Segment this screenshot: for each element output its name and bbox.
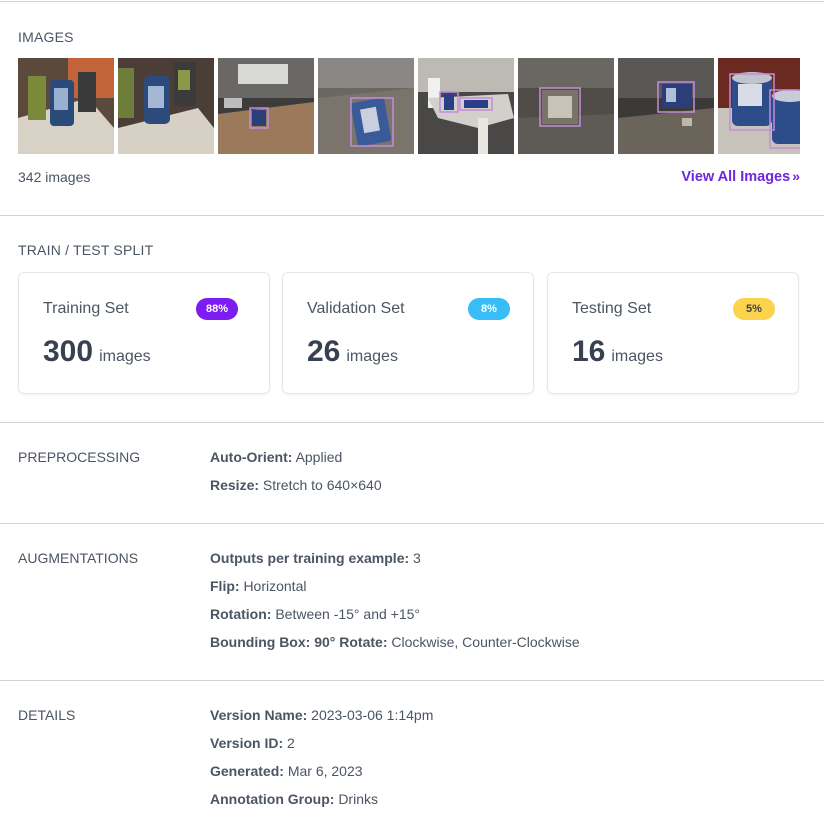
- image-thumbnail[interactable]: [418, 58, 514, 154]
- row-key: Annotation Group:: [210, 791, 335, 807]
- card-count-value: 300: [43, 335, 94, 368]
- details-section-title: DETAILS: [18, 707, 76, 723]
- card-count-unit: images: [346, 348, 398, 365]
- row-value: Drinks: [338, 791, 378, 807]
- detail-row: Generated: Mar 6, 2023: [210, 761, 433, 789]
- detail-row: Version ID: 2: [210, 733, 433, 761]
- percent-badge: 8%: [468, 298, 510, 320]
- augmentation-row: Bounding Box: 90° Rotate: Clockwise, Cou…: [210, 632, 580, 660]
- card-label: Training Set: [43, 300, 129, 317]
- card-label: Validation Set: [307, 300, 405, 317]
- double-chevron-right-icon: »: [792, 168, 800, 184]
- augmentation-row: Flip: Horizontal: [210, 576, 580, 604]
- divider-images: [0, 215, 824, 216]
- row-key: Auto-Orient:: [210, 449, 293, 465]
- top-divider: [0, 1, 824, 2]
- card-count: 16 images: [572, 335, 663, 369]
- validation-set-card: Validation Set 8% 26 images: [282, 272, 534, 394]
- preprocessing-list: Auto-Orient: Applied Resize: Stretch to …: [210, 447, 382, 503]
- card-label: Testing Set: [572, 300, 652, 317]
- card-count-value: 26: [307, 335, 341, 368]
- row-key: Generated:: [210, 763, 284, 779]
- card-count-unit: images: [611, 348, 663, 365]
- row-value: 2023-03-06 1:14pm: [311, 707, 434, 723]
- training-set-card: Training Set 88% 300 images: [18, 272, 270, 394]
- view-all-images-label: View All Images: [681, 169, 791, 185]
- image-count: 342 images: [18, 169, 91, 185]
- row-value: Stretch to 640×640: [262, 477, 382, 493]
- testing-set-card: Testing Set 5% 16 images: [547, 272, 799, 394]
- view-all-images-link[interactable]: View All Images»: [681, 168, 800, 185]
- row-value: Mar 6, 2023: [287, 763, 363, 779]
- detail-row: Annotation Group: Drinks: [210, 789, 433, 817]
- row-value: Applied: [295, 449, 343, 465]
- percent-badge: 5%: [733, 298, 775, 320]
- row-key: Version ID:: [210, 735, 284, 751]
- image-thumbnail-strip: [18, 58, 800, 154]
- row-key: Resize:: [210, 477, 260, 493]
- augmentations-list: Outputs per training example: 3 Flip: Ho…: [210, 548, 580, 660]
- split-section-title: TRAIN / TEST SPLIT: [18, 242, 154, 258]
- image-thumbnail[interactable]: [118, 58, 214, 154]
- card-count-value: 16: [572, 335, 606, 368]
- card-count: 26 images: [307, 335, 398, 369]
- percent-badge: 88%: [196, 298, 238, 320]
- detail-row: Version Name: 2023-03-06 1:14pm: [210, 705, 433, 733]
- row-value: Clockwise, Counter-Clockwise: [391, 634, 580, 650]
- row-key: Version Name:: [210, 707, 308, 723]
- row-value: Horizontal: [243, 578, 307, 594]
- card-count: 300 images: [43, 335, 151, 369]
- image-thumbnail[interactable]: [718, 58, 800, 154]
- augmentation-row: Rotation: Between -15° and +15°: [210, 604, 580, 632]
- image-thumbnail[interactable]: [318, 58, 414, 154]
- preprocessing-row: Auto-Orient: Applied: [210, 447, 382, 475]
- row-key: Rotation:: [210, 606, 272, 622]
- image-thumbnail[interactable]: [18, 58, 114, 154]
- image-thumbnail[interactable]: [518, 58, 614, 154]
- images-section-title: IMAGES: [18, 29, 74, 45]
- row-key: Flip:: [210, 578, 240, 594]
- divider-augmentations: [0, 680, 824, 681]
- divider-split: [0, 422, 824, 423]
- image-thumbnail[interactable]: [618, 58, 714, 154]
- details-list: Version Name: 2023-03-06 1:14pm Version …: [210, 705, 433, 817]
- row-key: Outputs per training example:: [210, 550, 410, 566]
- card-count-unit: images: [99, 348, 151, 365]
- row-key: Bounding Box: 90° Rotate:: [210, 634, 388, 650]
- preprocessing-row: Resize: Stretch to 640×640: [210, 475, 382, 503]
- row-value: 3: [413, 550, 421, 566]
- row-value: Between -15° and +15°: [275, 606, 421, 622]
- preprocessing-section-title: PREPROCESSING: [18, 449, 141, 465]
- image-thumbnail[interactable]: [218, 58, 314, 154]
- augmentations-section-title: AUGMENTATIONS: [18, 550, 139, 566]
- augmentation-row: Outputs per training example: 3: [210, 548, 580, 576]
- row-value: 2: [287, 735, 295, 751]
- divider-preprocessing: [0, 523, 824, 524]
